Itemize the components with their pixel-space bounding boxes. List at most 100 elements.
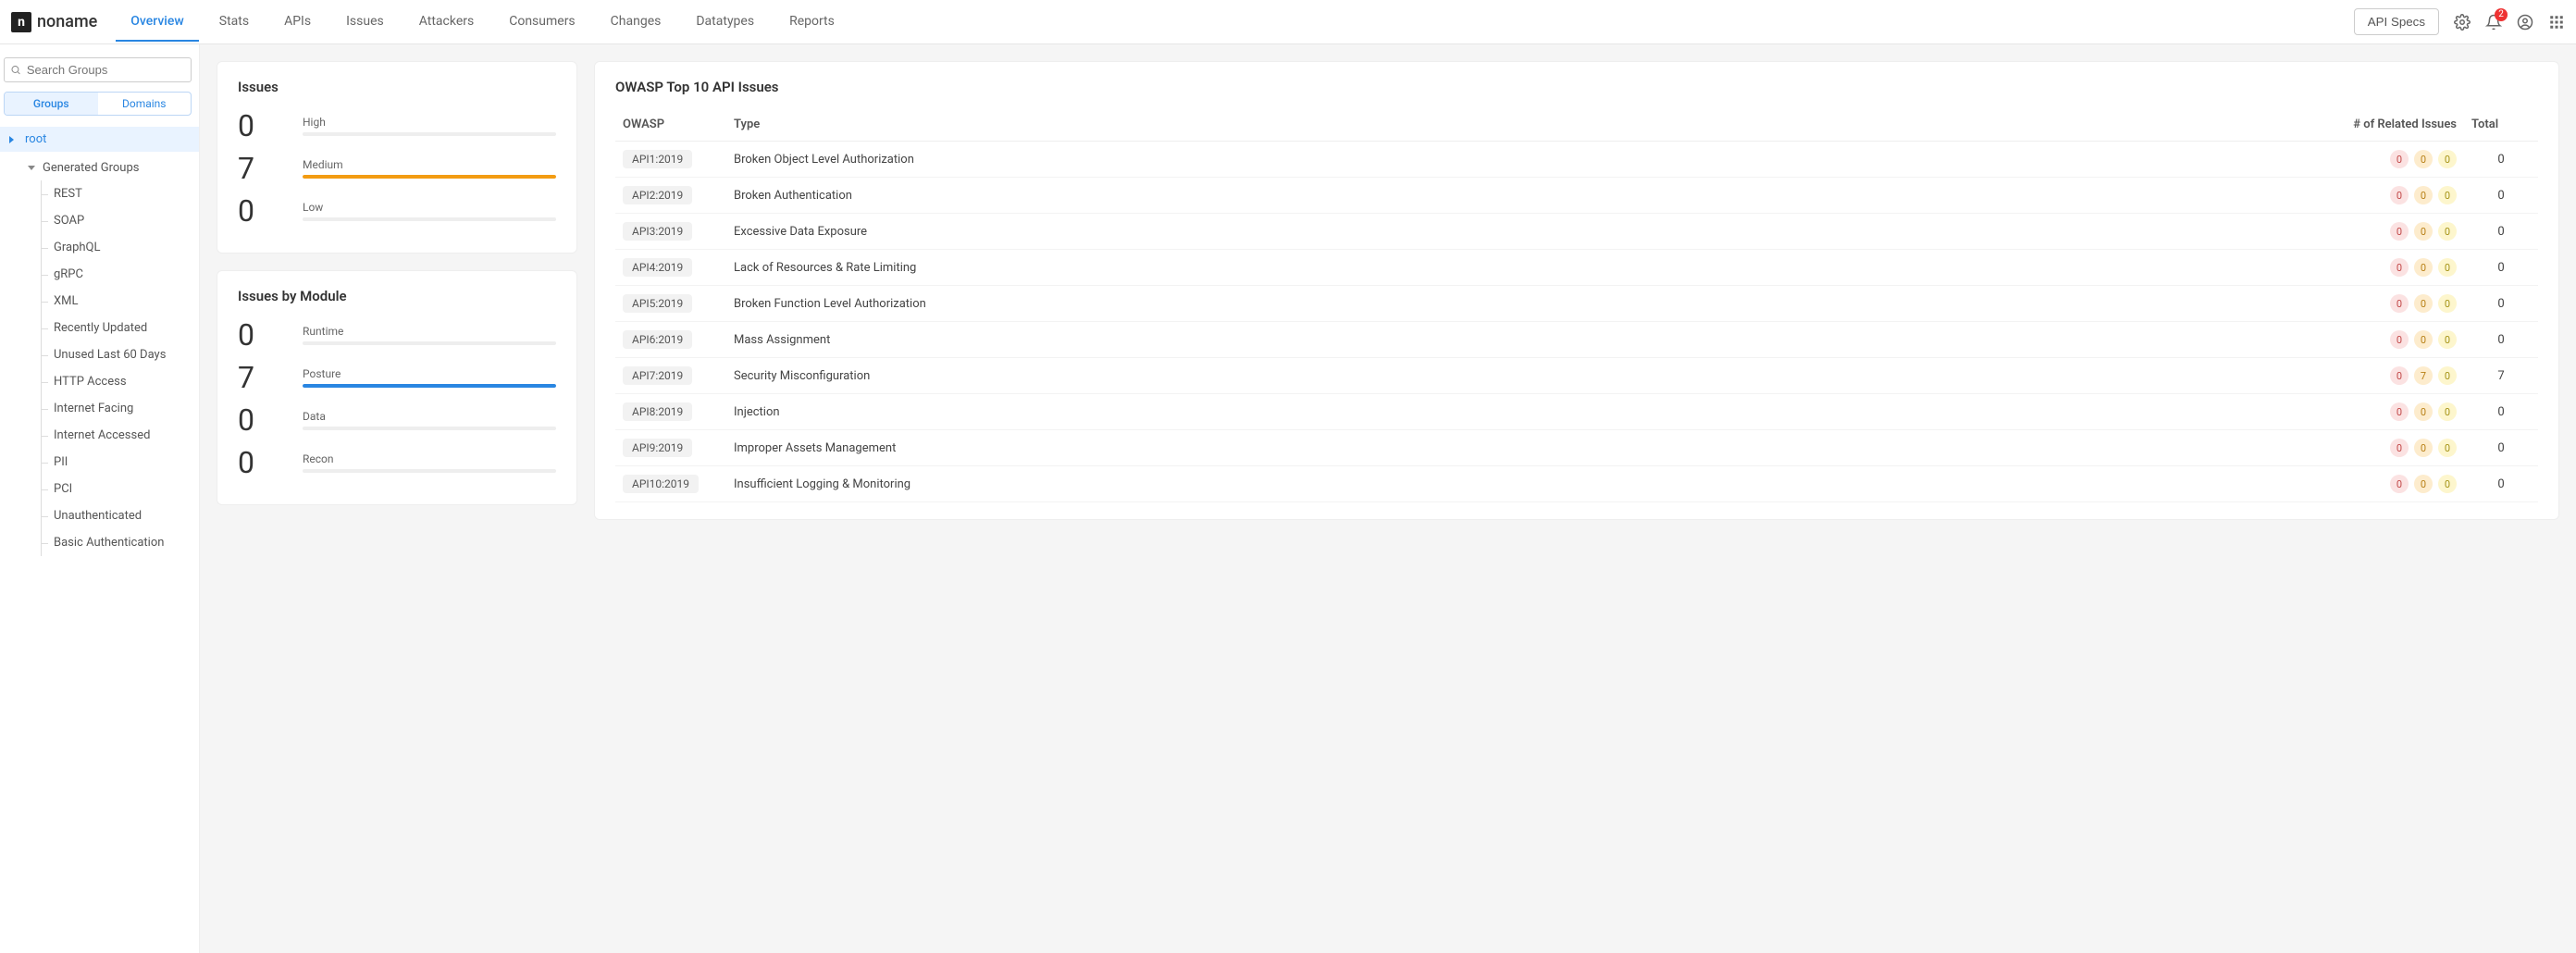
owasp-chips: 000 (2286, 294, 2457, 313)
owasp-col-total[interactable]: Total (2464, 108, 2538, 142)
api-specs-button[interactable]: API Specs (2354, 8, 2439, 35)
chip-low: 0 (2438, 475, 2457, 493)
owasp-id-pill: API5:2019 (623, 294, 692, 313)
owasp-row[interactable]: API4:2019Lack of Resources & Rate Limiti… (615, 250, 2538, 286)
owasp-col-type[interactable]: Type (726, 108, 2279, 142)
chip-medium: 0 (2414, 258, 2433, 277)
owasp-row[interactable]: API9:2019Improper Assets Management0000 (615, 430, 2538, 466)
nav-tab-consumers[interactable]: Consumers (494, 3, 589, 42)
toggle-groups[interactable]: Groups (5, 93, 98, 115)
owasp-col-owasp[interactable]: OWASP (615, 108, 726, 142)
sidebar-item-grpc[interactable]: gRPC (0, 261, 199, 288)
nav-tab-reports[interactable]: Reports (774, 3, 849, 42)
owasp-total-cell: 0 (2464, 250, 2538, 286)
owasp-type-cell: Excessive Data Exposure (726, 214, 2279, 250)
owasp-total-cell: 0 (2464, 286, 2538, 322)
owasp-type-cell: Security Misconfiguration (726, 358, 2279, 394)
issues-row-high: 0High (238, 108, 556, 143)
owasp-col-related[interactable]: # of Related Issues (2279, 108, 2464, 142)
apps-grid-icon[interactable] (2548, 14, 2565, 31)
nav-tab-apis[interactable]: APIs (269, 3, 326, 42)
search-groups-box[interactable] (4, 57, 192, 82)
chip-low: 0 (2438, 294, 2457, 313)
nav-tab-overview[interactable]: Overview (116, 3, 198, 42)
chip-medium: 7 (2414, 366, 2433, 385)
search-groups-input[interactable] (25, 62, 185, 78)
sidebar-item-http-access[interactable]: HTTP Access (0, 368, 199, 395)
issues-bar (303, 175, 556, 179)
sidebar-item-unused-last-60-days[interactable]: Unused Last 60 Days (0, 341, 199, 368)
sidebar-item-rest[interactable]: REST (0, 180, 199, 207)
sidebar-item-pci[interactable]: PCI (0, 476, 199, 502)
sidebar-item-xml[interactable]: XML (0, 288, 199, 315)
module-label: Data (303, 410, 556, 423)
owasp-chips: 000 (2286, 439, 2457, 457)
toggle-domains[interactable]: Domains (98, 93, 192, 115)
issues-label: High (303, 116, 556, 129)
chip-high: 0 (2390, 330, 2409, 349)
chip-high: 0 (2390, 439, 2409, 457)
module-label: Recon (303, 452, 556, 465)
owasp-row[interactable]: API10:2019Insufficient Logging & Monitor… (615, 466, 2538, 502)
chip-medium: 0 (2414, 475, 2433, 493)
chip-low: 0 (2438, 402, 2457, 421)
notifications-icon[interactable]: 2 (2485, 14, 2502, 31)
chip-low: 0 (2438, 222, 2457, 241)
chip-low: 0 (2438, 366, 2457, 385)
owasp-total-cell: 0 (2464, 322, 2538, 358)
chip-low: 0 (2438, 150, 2457, 168)
chip-high: 0 (2390, 186, 2409, 204)
owasp-id-pill: API6:2019 (623, 330, 692, 349)
owasp-id-pill: API7:2019 (623, 366, 692, 385)
notifications-badge: 2 (2495, 8, 2508, 21)
nav-tab-issues[interactable]: Issues (331, 3, 399, 42)
chip-medium: 0 (2414, 222, 2433, 241)
tree-root[interactable]: root (0, 127, 199, 152)
owasp-row[interactable]: API8:2019Injection0000 (615, 394, 2538, 430)
nav-tab-stats[interactable]: Stats (204, 3, 264, 42)
module-row-recon: 0Recon (238, 445, 556, 480)
sidebar-item-internet-facing[interactable]: Internet Facing (0, 395, 199, 422)
nav-tab-attackers[interactable]: Attackers (404, 3, 489, 42)
chip-high: 0 (2390, 475, 2409, 493)
owasp-id-pill: API8:2019 (623, 402, 692, 421)
nav-tab-changes[interactable]: Changes (596, 3, 676, 42)
owasp-chips: 000 (2286, 475, 2457, 493)
owasp-row[interactable]: API1:2019Broken Object Level Authorizati… (615, 142, 2538, 178)
sidebar-item-recently-updated[interactable]: Recently Updated (0, 315, 199, 341)
owasp-row[interactable]: API7:2019Security Misconfiguration0707 (615, 358, 2538, 394)
owasp-total-cell: 0 (2464, 178, 2538, 214)
brand-name: noname (37, 12, 97, 31)
tree-section[interactable]: Generated Groups (0, 152, 199, 180)
owasp-row[interactable]: API6:2019Mass Assignment0000 (615, 322, 2538, 358)
sidebar-item-graphql[interactable]: GraphQL (0, 234, 199, 261)
owasp-total-cell: 0 (2464, 466, 2538, 502)
module-value: 0 (238, 402, 275, 438)
owasp-row[interactable]: API3:2019Excessive Data Exposure0000 (615, 214, 2538, 250)
module-bar (303, 427, 556, 430)
chip-medium: 0 (2414, 150, 2433, 168)
sidebar-item-pii[interactable]: PII (0, 449, 199, 476)
owasp-type-cell: Improper Assets Management (726, 430, 2279, 466)
owasp-total-cell: 0 (2464, 214, 2538, 250)
sidebar-item-internet-accessed[interactable]: Internet Accessed (0, 422, 199, 449)
user-icon[interactable] (2517, 14, 2533, 31)
owasp-row[interactable]: API5:2019Broken Function Level Authoriza… (615, 286, 2538, 322)
chip-high: 0 (2390, 402, 2409, 421)
owasp-row[interactable]: API2:2019Broken Authentication0000 (615, 178, 2538, 214)
chip-medium: 0 (2414, 294, 2433, 313)
main-content: Issues 0High7Medium0Low Issues by Module… (200, 44, 2576, 953)
module-row-runtime: 0Runtime (238, 317, 556, 353)
settings-icon[interactable] (2454, 14, 2471, 31)
tree-section-label: Generated Groups (43, 161, 139, 175)
sidebar-item-unauthenticated[interactable]: Unauthenticated (0, 502, 199, 529)
sidebar-item-basic-authentication[interactable]: Basic Authentication (0, 529, 199, 556)
chip-medium: 0 (2414, 330, 2433, 349)
owasp-type-cell: Lack of Resources & Rate Limiting (726, 250, 2279, 286)
top-nav: n noname OverviewStatsAPIsIssuesAttacker… (0, 0, 2576, 44)
owasp-total-cell: 7 (2464, 358, 2538, 394)
sidebar-item-soap[interactable]: SOAP (0, 207, 199, 234)
nav-tabs: OverviewStatsAPIsIssuesAttackersConsumer… (116, 3, 2353, 42)
issues-bar (303, 217, 556, 221)
nav-tab-datatypes[interactable]: Datatypes (681, 3, 769, 42)
